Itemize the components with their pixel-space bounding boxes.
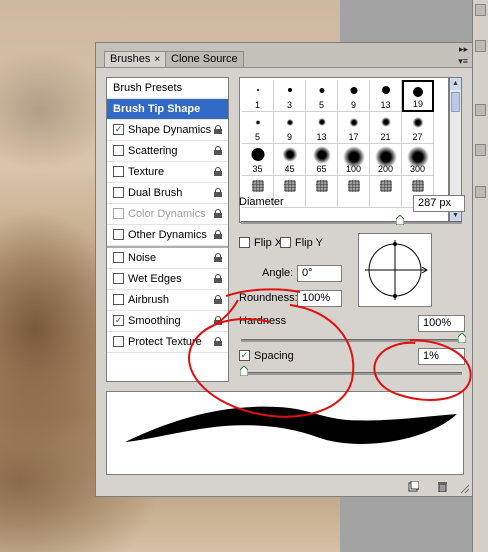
annotation-list-stroke xyxy=(204,299,239,331)
annotation-spacing-circle xyxy=(188,304,355,418)
annotation-hardness-underline xyxy=(225,288,301,297)
annotation-spacing-value-circle xyxy=(373,339,472,401)
annotation-overlay xyxy=(188,288,472,418)
